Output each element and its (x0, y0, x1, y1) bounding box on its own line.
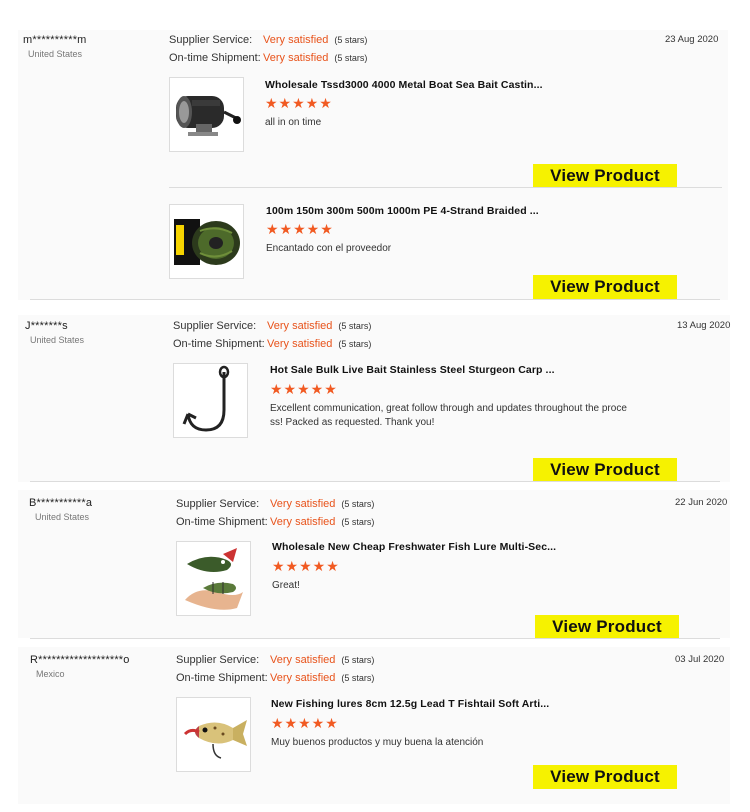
braided-line-spool-icon (174, 219, 240, 265)
review-card: B***********a United States 22 Jun 2020 … (0, 482, 750, 639)
product-thumbnail[interactable] (176, 541, 251, 616)
ontime-shipment-label: On-time Shipment: (176, 672, 268, 684)
supplier-service-label: Supplier Service: (173, 320, 257, 332)
product-rating-stars: ★★★★★ (271, 715, 339, 731)
review-comment: Excellent communication, great follow th… (270, 403, 627, 428)
ontime-shipment-stars: (5 stars) (341, 673, 375, 683)
ontime-shipment-row: On-time Shipment: Very satisfied (5 stars) (176, 516, 374, 528)
product-title[interactable]: Wholesale New Cheap Freshwater Fish Lure… (272, 541, 556, 553)
buyer-country: United States (28, 49, 83, 59)
fishing-reel-icon (176, 96, 241, 136)
ontime-shipment-label: On-time Shipment: (176, 516, 268, 528)
ontime-shipment-label: On-time Shipment: (173, 338, 265, 350)
supplier-service-row: Supplier Service: Very satisfied (5 stars) (173, 320, 371, 332)
product-rating-stars: ★★★★★ (270, 381, 338, 397)
product-rating-stars: ★★★★★ (266, 221, 334, 237)
product-rating-stars: ★★★★★ (265, 95, 333, 111)
supplier-service-row: Supplier Service: Very satisfied (5 stars) (176, 498, 374, 510)
supplier-service-label: Supplier Service: (176, 654, 260, 666)
buyer-country: Mexico (36, 669, 65, 679)
supplier-service-value: Very satisfied (270, 654, 336, 666)
ontime-shipment-row: On-time Shipment: Very satisfied (5 stars) (169, 52, 367, 64)
ontime-shipment-label: On-time Shipment: (169, 52, 261, 64)
ontime-shipment-stars: (5 stars) (338, 339, 372, 349)
supplier-service-label: Supplier Service: (169, 34, 253, 46)
product-title[interactable]: New Fishing lures 8cm 12.5g Lead T Fisht… (271, 698, 549, 710)
supplier-service-row: Supplier Service: Very satisfied (5 stars) (176, 654, 374, 666)
supplier-service-value: Very satisfied (263, 34, 329, 46)
view-product-button[interactable]: View Product (533, 164, 677, 188)
ontime-shipment-stars: (5 stars) (334, 53, 368, 63)
product-title[interactable]: 100m 150m 300m 500m 1000m PE 4-Strand Br… (266, 205, 539, 217)
review-comment: Muy buenos productos y muy buena la aten… (271, 737, 484, 748)
buyer-name: B***********a (29, 497, 93, 509)
review-comment: Encantado con el proveedor (266, 243, 392, 254)
review-comment: Great! (272, 580, 300, 591)
buyer-country: United States (30, 335, 85, 345)
product-thumbnail[interactable] (169, 204, 244, 279)
buyer-country: United States (35, 512, 90, 522)
review-background (18, 315, 730, 482)
ontime-shipment-value: Very satisfied (270, 672, 336, 684)
ontime-shipment-stars: (5 stars) (341, 517, 375, 527)
review-date: 22 Jun 2020 (675, 497, 728, 508)
multi-section-lure-icon (185, 548, 243, 610)
ontime-shipment-row: On-time Shipment: Very satisfied (5 stars) (173, 338, 371, 350)
supplier-service-stars: (5 stars) (334, 35, 368, 45)
product-title[interactable]: Hot Sale Bulk Live Bait Stainless Steel … (270, 364, 555, 376)
review-card: R*******************o Mexico 03 Jul 2020… (0, 639, 750, 812)
ontime-shipment-value: Very satisfied (263, 52, 329, 64)
supplier-service-value: Very satisfied (270, 498, 336, 510)
supplier-service-stars: (5 stars) (341, 499, 375, 509)
review-date: 13 Aug 2020 (677, 320, 731, 331)
review-card: m**********m United States 23 Aug 2020 S… (0, 0, 750, 300)
soft-lure-icon (183, 720, 247, 759)
ontime-shipment-value: Very satisfied (267, 338, 333, 350)
supplier-service-stars: (5 stars) (338, 321, 372, 331)
view-product-button[interactable]: View Product (535, 615, 679, 639)
product-thumbnail[interactable] (173, 363, 248, 438)
fish-hook-icon (182, 365, 230, 432)
product-thumbnail[interactable] (169, 77, 244, 152)
view-product-button[interactable]: View Product (533, 765, 677, 789)
buyer-name: J*******s (25, 320, 68, 332)
supplier-service-stars: (5 stars) (341, 655, 375, 665)
buyer-name: m**********m (23, 34, 87, 46)
supplier-service-value: Very satisfied (267, 320, 333, 332)
product-rating-stars: ★★★★★ (272, 558, 340, 574)
view-product-button[interactable]: View Product (533, 458, 677, 482)
review-date: 03 Jul 2020 (675, 654, 725, 665)
review-date: 23 Aug 2020 (665, 34, 719, 45)
product-divider (169, 187, 722, 188)
product-thumbnail[interactable] (176, 697, 251, 772)
ontime-shipment-value: Very satisfied (270, 516, 336, 528)
review-card: J*******s United States 13 Aug 2020 Supp… (0, 300, 750, 482)
buyer-name: R*******************o (30, 654, 130, 666)
supplier-service-row: Supplier Service: Very satisfied (5 stars) (169, 34, 367, 46)
review-comment: all in on time (265, 117, 322, 128)
ontime-shipment-row: On-time Shipment: Very satisfied (5 stars) (176, 672, 374, 684)
view-product-button[interactable]: View Product (533, 275, 677, 299)
product-title[interactable]: Wholesale Tssd3000 4000 Metal Boat Sea B… (265, 79, 543, 91)
supplier-service-label: Supplier Service: (176, 498, 260, 510)
